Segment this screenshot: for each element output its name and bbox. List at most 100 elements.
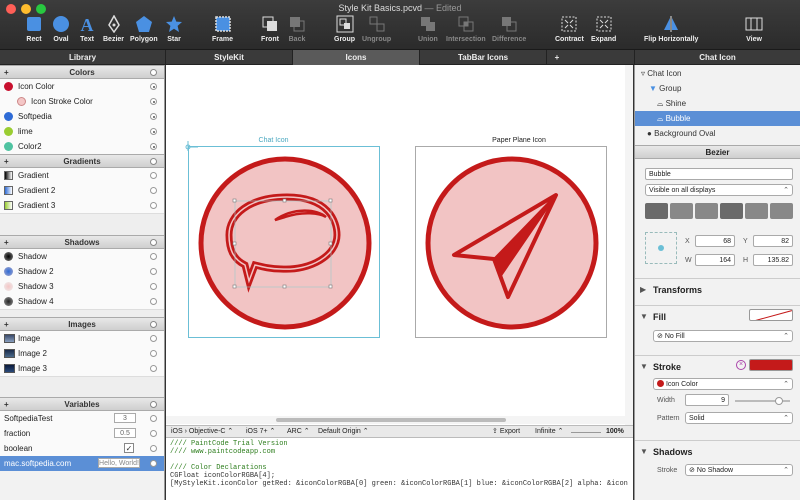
shape-name-field[interactable]: Bubble xyxy=(645,168,793,180)
shadows-section-header[interactable]: + Shadows xyxy=(0,235,164,249)
origin-select[interactable]: Default Origin ⌃ xyxy=(318,426,369,438)
color-item-icon-stroke-color[interactable]: Icon Stroke Color xyxy=(0,94,164,109)
width-field[interactable]: 164 xyxy=(695,254,735,266)
gradient-radio[interactable] xyxy=(150,202,157,209)
export-button[interactable]: ⇪ Export xyxy=(492,426,520,438)
image-item[interactable]: Image xyxy=(0,331,164,346)
add-tab-button[interactable]: + xyxy=(547,50,567,65)
shadow-radio[interactable] xyxy=(150,283,157,290)
color-radio[interactable] xyxy=(150,98,157,105)
shadow-item[interactable]: Shadow xyxy=(0,249,164,264)
color-radio[interactable] xyxy=(150,113,157,120)
variable-radio[interactable] xyxy=(150,445,157,452)
visibility-select[interactable]: Visible on all displays ⌃ xyxy=(645,184,793,196)
union-button[interactable]: Union xyxy=(418,15,438,43)
contract-button[interactable]: Contract xyxy=(555,15,584,43)
color-radio[interactable] xyxy=(150,128,157,135)
gradients-section-header[interactable]: + Gradients xyxy=(0,154,164,168)
canvas-vertical-scrollbar[interactable] xyxy=(625,65,633,425)
oval-tool-button[interactable]: Oval xyxy=(52,15,70,43)
tab-icons[interactable]: Icons xyxy=(293,50,420,65)
pattern-select[interactable]: Solid ⌃ xyxy=(685,412,793,424)
platform-select[interactable]: iOS › Objective-C ⌃ xyxy=(171,426,233,438)
image-radio[interactable] xyxy=(150,365,157,372)
anchor-point-widget[interactable] xyxy=(645,232,677,264)
artboard-label-chat-icon[interactable]: Chat Icon xyxy=(246,137,301,144)
y-field[interactable]: 82 xyxy=(753,235,793,247)
scrollbar-thumb[interactable] xyxy=(276,418,506,422)
section-toggle[interactable] xyxy=(150,158,157,165)
fill-color-well[interactable] xyxy=(749,309,793,321)
color-item-icon-color[interactable]: Icon Color xyxy=(0,79,164,94)
add-variable-button[interactable]: + xyxy=(4,398,9,412)
images-section-header[interactable]: + Images xyxy=(0,317,164,331)
frame-button[interactable]: Frame xyxy=(212,15,233,43)
gradient-item[interactable]: Gradient 2 xyxy=(0,183,164,198)
stroke-color-well[interactable] xyxy=(749,359,793,371)
artboard-chat-icon[interactable] xyxy=(188,146,380,338)
infinite-select[interactable]: Infinite ⌃ xyxy=(535,426,563,438)
colors-section-header[interactable]: + Colors xyxy=(0,65,164,79)
variable-item[interactable]: SoftpediaTest 3 xyxy=(0,411,164,426)
variable-item[interactable]: boolean ✓ xyxy=(0,441,164,456)
path-op-button[interactable] xyxy=(670,203,693,219)
remove-stroke-icon[interactable]: × xyxy=(736,360,746,370)
section-toggle[interactable] xyxy=(150,239,157,246)
paper-plane-icon[interactable] xyxy=(416,147,608,339)
section-toggle[interactable] xyxy=(150,401,157,408)
shadow-radio[interactable] xyxy=(150,253,157,260)
gradient-item[interactable]: Gradient xyxy=(0,168,164,183)
path-op-button[interactable] xyxy=(770,203,793,219)
tab-tabbar-icons[interactable]: TabBar Icons xyxy=(420,50,547,65)
add-gradient-button[interactable]: + xyxy=(4,155,9,169)
variable-item-selected[interactable]: mac.softpedia.com Hello, World! xyxy=(0,456,164,471)
stroke-width-field[interactable]: 9 xyxy=(685,394,729,406)
arc-select[interactable]: ARC ⌃ xyxy=(287,426,310,438)
bezier-tool-button[interactable]: Bezier xyxy=(103,15,124,43)
height-field[interactable]: 135.82 xyxy=(753,254,793,266)
x-field[interactable]: 68 xyxy=(695,235,735,247)
canvas-horizontal-scrollbar[interactable] xyxy=(166,416,633,424)
color-radio[interactable] xyxy=(150,83,157,90)
gradient-item[interactable]: Gradient 3 xyxy=(0,198,164,213)
color-item-softpedia[interactable]: Softpedia xyxy=(0,109,164,124)
expand-button[interactable]: Expand xyxy=(591,15,616,43)
variable-value-field[interactable]: 0.5 xyxy=(114,428,136,438)
image-radio[interactable] xyxy=(150,335,157,342)
rect-tool-button[interactable]: Rect xyxy=(25,15,43,43)
variable-radio[interactable] xyxy=(150,415,157,422)
difference-button[interactable]: Difference xyxy=(492,15,526,43)
zoom-slider[interactable] xyxy=(571,432,601,433)
artboard-paper-plane-icon[interactable] xyxy=(415,146,607,338)
tree-item-shine[interactable]: ⌓ Shine xyxy=(635,96,800,111)
color-item-lime[interactable]: lime xyxy=(0,124,164,139)
stroke-color-select[interactable]: Icon Color ⌃ xyxy=(653,378,793,390)
boolean-checkbox[interactable]: ✓ xyxy=(124,443,134,453)
add-color-button[interactable]: + xyxy=(4,66,9,80)
fill-select[interactable]: ⊘ No Fill ⌃ xyxy=(653,330,793,342)
shadow-item[interactable]: Shadow 4 xyxy=(0,294,164,309)
image-radio[interactable] xyxy=(150,350,157,357)
image-item[interactable]: Image 3 xyxy=(0,361,164,376)
stroke-width-slider[interactable] xyxy=(735,397,790,405)
shadow-item[interactable]: Shadow 3 xyxy=(0,279,164,294)
variables-section-header[interactable]: + Variables xyxy=(0,397,164,411)
tree-item-bubble[interactable]: ⌓ Bubble xyxy=(635,111,800,126)
artboard-label-paper-plane-icon[interactable]: Paper Plane Icon xyxy=(474,137,564,144)
variable-radio[interactable] xyxy=(150,460,157,467)
add-shadow-button[interactable]: + xyxy=(4,236,9,250)
slider-knob[interactable] xyxy=(775,397,783,405)
front-button[interactable]: Front xyxy=(261,15,279,43)
code-view[interactable]: //// PaintCode Trial Version//// www.pai… xyxy=(166,438,633,500)
text-tool-button[interactable]: A Text xyxy=(78,15,96,43)
section-toggle[interactable] xyxy=(150,69,157,76)
color-radio[interactable] xyxy=(150,143,157,150)
transforms-section[interactable]: ▶ Transforms xyxy=(635,278,800,300)
drawing-canvas[interactable]: Chat Icon Paper Plane Icon xyxy=(166,65,633,425)
shadow-item[interactable]: Shadow 2 xyxy=(0,264,164,279)
flip-horizontally-button[interactable]: Flip Horizontally xyxy=(644,15,698,43)
back-button[interactable]: Back xyxy=(288,15,306,43)
tree-item-background-oval[interactable]: ● Background Oval xyxy=(635,126,800,141)
path-op-button[interactable] xyxy=(695,203,718,219)
section-toggle[interactable] xyxy=(150,321,157,328)
